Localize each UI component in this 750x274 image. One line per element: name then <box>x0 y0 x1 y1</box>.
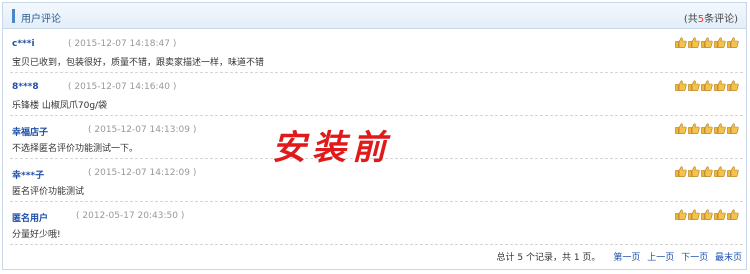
comment-text: 乐锋楼 山椒凤爪70g/袋 <box>12 101 108 111</box>
comment-time: ( 2015-12-07 14:16:40 ) <box>68 82 177 92</box>
total-prefix: (共 <box>683 14 698 25</box>
thumbs-up-icon <box>675 80 687 91</box>
comment-user: 幸福店子 <box>12 128 49 138</box>
thumbs-up-icon <box>701 123 713 134</box>
header-accent-bar <box>12 9 15 23</box>
comment-user: 8***8 <box>12 82 39 92</box>
comment-text: 匿名评价功能测试 <box>12 187 85 197</box>
panel-title: 用户评论 <box>21 14 61 25</box>
total-suffix: 条评论) <box>704 14 738 25</box>
comment-text: 分量好少哦! <box>12 230 61 240</box>
thumbs-up-icon <box>688 80 700 91</box>
total-comment-count: (共5条评论) <box>684 10 738 25</box>
comment-time: ( 2012-05-17 20:43:50 ) <box>76 211 185 221</box>
thumbs-up-icon <box>701 80 713 91</box>
thumbs-up-icon <box>675 37 687 48</box>
thumbs-up-icon <box>675 123 687 134</box>
panel-header: 用户评论 (共5条评论) <box>3 3 746 29</box>
thumbs-up-icon <box>675 209 687 220</box>
comment-user: c***i <box>12 39 35 49</box>
comment-text: 宝贝已收到，包装很好，质量不错，跟卖家描述一样，味道不错 <box>12 58 265 68</box>
thumbs-up-icon <box>714 37 726 48</box>
rating-thumbs <box>675 80 739 91</box>
thumbs-up-icon <box>727 166 739 177</box>
last-page-link[interactable]: 最末页 <box>715 253 742 263</box>
thumbs-up-icon <box>714 166 726 177</box>
comment-text: 不选择匿名评价功能测试一下。 <box>12 144 139 154</box>
prev-page-link[interactable]: 上一页 <box>647 253 674 263</box>
comment-item: 匿名用户 ( 2012-05-17 20:43:50 ) 分量好少哦! <box>10 202 743 245</box>
comment-user: 匿名用户 <box>12 214 49 224</box>
stamp-watermark: 安装前 <box>272 128 392 168</box>
pagination: 总计 5 个记录，共 1 页。 第一页 上一页 下一页 最末页 <box>497 250 742 263</box>
thumbs-up-icon <box>701 166 713 177</box>
comment-time: ( 2015-12-07 14:13:09 ) <box>88 125 197 135</box>
thumbs-up-icon <box>714 123 726 134</box>
thumbs-up-icon <box>688 37 700 48</box>
rating-thumbs <box>675 37 739 48</box>
rating-thumbs <box>675 166 739 177</box>
rating-thumbs <box>675 123 739 134</box>
thumbs-up-icon <box>727 80 739 91</box>
comment-time: ( 2015-12-07 14:18:47 ) <box>68 39 177 49</box>
thumbs-up-icon <box>688 209 700 220</box>
comment-item: c***i ( 2015-12-07 14:18:47 ) 宝贝已收到，包装很好，质… <box>10 30 743 73</box>
next-page-link[interactable]: 下一页 <box>681 253 708 263</box>
thumbs-up-icon <box>727 123 739 134</box>
thumbs-up-icon <box>701 37 713 48</box>
comment-item: 8***8 ( 2015-12-07 14:16:40 ) 乐锋楼 山椒凤爪70g/… <box>10 73 743 116</box>
thumbs-up-icon <box>688 166 700 177</box>
comment-user: 幸***子 <box>12 171 45 181</box>
rating-thumbs <box>675 209 739 220</box>
thumbs-up-icon <box>675 166 687 177</box>
first-page-link[interactable]: 第一页 <box>613 253 640 263</box>
comment-time: ( 2015-12-07 14:12:09 ) <box>88 168 197 178</box>
thumbs-up-icon <box>688 123 700 134</box>
thumbs-up-icon <box>714 209 726 220</box>
thumbs-up-icon <box>714 80 726 91</box>
pagination-summary: 总计 5 个记录，共 1 页。 <box>496 253 601 263</box>
thumbs-up-icon <box>727 209 739 220</box>
thumbs-up-icon <box>701 209 713 220</box>
thumbs-up-icon <box>727 37 739 48</box>
